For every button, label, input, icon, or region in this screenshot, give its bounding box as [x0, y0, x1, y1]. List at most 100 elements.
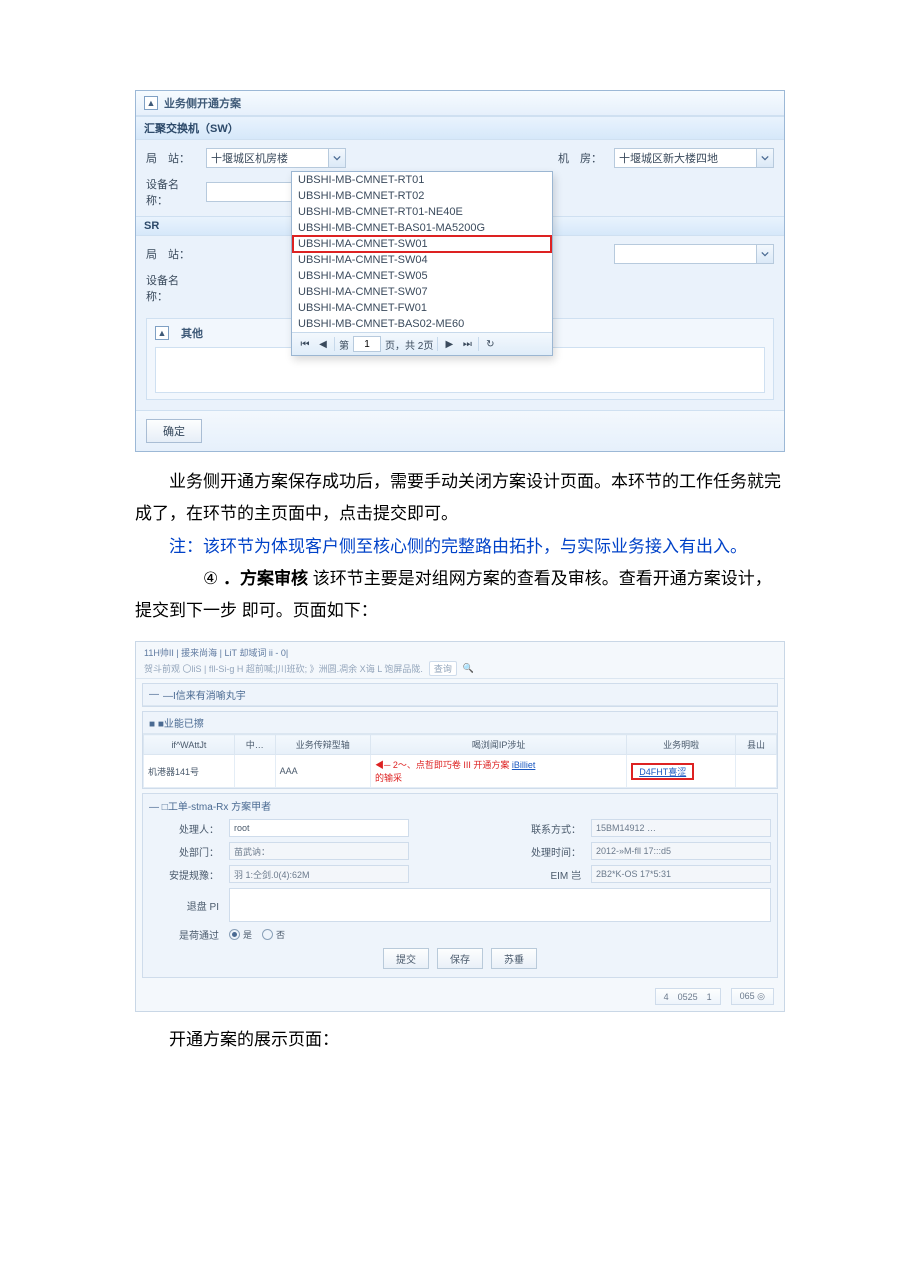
cell-c5: D4FHT喜涩: [627, 755, 736, 788]
dropdown-option[interactable]: UBSHI-MA-CMNET-SW01: [292, 235, 552, 253]
s2-panel-query-title: —I信来有消喻丸宇: [163, 687, 246, 702]
s2-table: if^WAttJt中…业务传辩型轴喝浏闻IP涉址业务明啦县山 机港器141号 A…: [143, 734, 777, 788]
dropdown-option[interactable]: UBSHI-MB-CMNET-RT01-NE40E: [292, 204, 552, 220]
s2-panel-form: — □工单-stma-Rx 方案甲者 处理人： root 联系方式： 15BM1…: [142, 793, 778, 978]
misc-button[interactable]: 苏垂: [491, 948, 537, 969]
pager-last-icon[interactable]: ⏭: [460, 337, 474, 351]
select-sr[interactable]: [614, 244, 774, 264]
s2-actions: 提交 保存 苏垂: [149, 942, 771, 971]
radio-icon: [262, 929, 273, 940]
cell-c2: [234, 755, 275, 788]
collapse-toggle-icon[interactable]: ▲: [155, 326, 169, 340]
s2-panel-list-title: ■ ■业能已擦: [149, 715, 204, 730]
lab-limit: 安提规豫：: [149, 867, 219, 882]
para-1: 业务侧开通方案保存成功后，需要手动关闭方案设计页面。本环节的工作任务就完成了，在…: [135, 466, 785, 531]
dropdown-option[interactable]: UBSHI-MB-CMNET-RT01: [292, 172, 552, 188]
pager-prev-icon[interactable]: ◀: [316, 337, 330, 351]
caption-2: 开通方案的展示页面：: [135, 1024, 785, 1056]
cell-c4: ◀─ 2〜、点哲即巧卷 III 开通方案 iBilliet 的输采: [370, 755, 626, 788]
label-room: 机 房：: [558, 150, 606, 166]
save-button[interactable]: 保存: [437, 948, 483, 969]
dropdown-option[interactable]: UBSHI-MA-CMNET-SW07: [292, 284, 552, 300]
select-room[interactable]: 十堰城区新大楼四地: [614, 148, 774, 168]
label-device: 设备名称：: [146, 176, 198, 208]
lab-time: 处理时间：: [511, 844, 581, 859]
select-room-value: 十堰城区新大楼四地: [619, 150, 718, 166]
cell-c1: 机港器141号: [144, 755, 235, 788]
search-icon[interactable]: 🔍: [463, 663, 474, 674]
cell-c3: AAA: [275, 755, 370, 788]
search-button[interactable]: 查询: [429, 661, 457, 676]
confirm-button[interactable]: 确定: [146, 419, 202, 443]
table-header: 业务传辩型轴: [275, 735, 370, 755]
step-title: ．方案审核: [223, 569, 308, 588]
device-dropdown[interactable]: UBSHI-MB-CMNET-RT01UBSHI-MB-CMNET-RT02UB…: [291, 171, 553, 356]
cell-c6: [736, 755, 777, 788]
s2-panel-list: ■ ■业能已擦 if^WAttJt中…业务传辩型轴喝浏闻IP涉址业务明啦县山 机…: [142, 711, 778, 789]
collapse-toggle-icon[interactable]: ▲: [144, 96, 158, 110]
lab-dept: 处部门：: [149, 844, 219, 859]
lab-pi: 退盘 PI: [149, 898, 219, 913]
pager-suffix: 页，共 2页: [385, 337, 433, 352]
radio-yes[interactable]: 是: [229, 928, 252, 941]
annotation-arrow-icon: ◀─: [375, 760, 393, 770]
lab-pass: 是荷通过: [149, 927, 219, 942]
dropdown-option[interactable]: UBSHI-MA-CMNET-SW04: [292, 252, 552, 268]
field-eim: 2B2*K-OS 17*5:31: [591, 865, 771, 883]
field-time: 2012-»M-fll 17:::d5: [591, 842, 771, 860]
panel-title: 业务侧开通方案: [164, 95, 241, 111]
label-station-sr: 局 站：: [146, 246, 198, 262]
annotation-link-frag[interactable]: iBilliet: [512, 760, 536, 770]
s2-panel-form-title: — □工单-stma-Rx 方案甲者: [149, 794, 771, 819]
dialog-footer: 确定: [136, 410, 784, 451]
radio-icon: [229, 929, 240, 940]
pager-prefix: 第: [339, 337, 349, 352]
panel-titlebar: ▲ 业务侧开通方案: [136, 91, 784, 116]
chevron-down-icon[interactable]: [328, 149, 345, 167]
label-device-sr: 设备名称：: [146, 272, 198, 304]
dropdown-option[interactable]: UBSHI-MA-CMNET-FW01: [292, 300, 552, 316]
dropdown-option[interactable]: UBSHI-MB-CMNET-RT02: [292, 188, 552, 204]
pager-page-input[interactable]: [353, 336, 381, 352]
s2-panel-query: ——I信来有消喻丸宇: [142, 683, 778, 707]
annotation-text-b: 的输采: [375, 773, 402, 783]
table-header: if^WAttJt: [144, 735, 235, 755]
screenshot-1: ▲ 业务侧开通方案 汇聚交换机（SW） 局 站： 十堰城区机房楼 机 房： 十堰…: [135, 90, 785, 452]
chevron-down-icon[interactable]: [756, 149, 773, 167]
dropdown-pager: ⏮ ◀ 第 页，共 2页 ▶ ⏭ ↻: [292, 332, 552, 355]
pager-refresh-icon[interactable]: ↻: [483, 337, 497, 351]
field-dept: 苗武讷：: [229, 842, 409, 860]
s2-footer: 4 0525 1 065 ◎: [136, 984, 784, 1011]
note-label: 注：: [169, 537, 203, 556]
table-header: 中…: [234, 735, 275, 755]
textarea-pi[interactable]: [229, 888, 771, 922]
combo-station[interactable]: 十堰城区机房楼: [206, 148, 346, 168]
lab-person: 处理人：: [149, 821, 219, 836]
dropdown-option[interactable]: UBSHI-MB-CMNET-BAS01-MA5200G: [292, 220, 552, 236]
annotation-text-a: 2〜、点哲即巧卷 III 开通方案: [393, 760, 510, 770]
s2-breadcrumb: 11H帅II | 援来尚海 | LiT 却域词 ii - 0|: [144, 646, 776, 659]
pager-next-icon[interactable]: ▶: [442, 337, 456, 351]
note-text: 该环节为体现客户侧至核心侧的完整路由拓扑，与实际业务接入有出入。: [203, 537, 747, 556]
submit-button[interactable]: 提交: [383, 948, 429, 969]
detail-link[interactable]: D4FHT喜涩: [631, 763, 694, 780]
radio-no[interactable]: 否: [262, 928, 285, 941]
table-header: 县山: [736, 735, 777, 755]
s2-toolbar-text: 贺斗前观 〇liS | fll-Si-g H 超前喊;|川班砍; 》洲圆.凋余 …: [144, 662, 423, 675]
label-station: 局 站：: [146, 150, 198, 166]
footer-page-right[interactable]: 065 ◎: [731, 988, 774, 1005]
input-person[interactable]: root: [229, 819, 409, 837]
table-header: 业务明啦: [627, 735, 736, 755]
chevron-down-icon[interactable]: [756, 245, 773, 263]
lab-contact: 联系方式：: [511, 821, 581, 836]
table-row[interactable]: 机港器141号 AAA ◀─ 2〜、点哲即巧卷 III 开通方案 iBillie…: [144, 755, 777, 788]
combo-station-value: 十堰城区机房楼: [211, 150, 288, 166]
dropdown-option[interactable]: UBSHI-MA-CMNET-SW05: [292, 268, 552, 284]
pager-first-icon[interactable]: ⏮: [298, 337, 312, 351]
lab-eim: EIM 岂: [511, 867, 581, 882]
step-number: ④: [169, 563, 218, 595]
table-header: 喝浏闻IP涉址: [370, 735, 626, 755]
radio-yes-label: 是: [243, 928, 252, 941]
footer-page-left[interactable]: 4 0525 1: [655, 988, 721, 1005]
dropdown-option[interactable]: UBSHI-MB-CMNET-BAS02-ME60: [292, 316, 552, 332]
